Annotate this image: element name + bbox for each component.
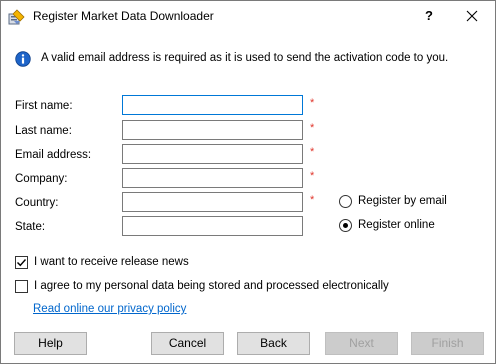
release-news-label: I want to receive release news: [34, 256, 189, 268]
last-name-required-mark: *: [310, 122, 315, 134]
data-consent-label: I agree to my personal data being stored…: [34, 280, 389, 292]
country-required-mark: *: [310, 194, 315, 206]
last-name-input[interactable]: [122, 120, 303, 140]
checkbox-checked-icon: [15, 256, 28, 269]
email-required-mark: *: [310, 146, 315, 158]
app-icon: [8, 8, 26, 26]
country-input[interactable]: [122, 192, 303, 212]
first-name-required-mark: *: [310, 97, 315, 109]
checkbox-unchecked-icon: [15, 280, 28, 293]
company-label: Company:: [15, 173, 68, 185]
finish-button[interactable]: Finish: [411, 332, 484, 355]
radio-unchecked-icon: [339, 195, 352, 208]
register-online-label: Register online: [358, 219, 435, 231]
country-label: Country:: [15, 197, 59, 209]
next-button[interactable]: Next: [325, 332, 398, 355]
privacy-policy-link[interactable]: Read online our privacy policy: [33, 303, 186, 315]
back-button[interactable]: Back: [237, 332, 310, 355]
window-title: Register Market Data Downloader: [33, 9, 214, 23]
company-input[interactable]: [122, 168, 303, 188]
radio-dot: [343, 223, 348, 228]
title-bar: Register Market Data Downloader ?: [1, 1, 495, 32]
radio-checked-icon: [339, 219, 352, 232]
cancel-button[interactable]: Cancel: [151, 332, 224, 355]
first-name-label: First name:: [15, 100, 73, 112]
help-button[interactable]: Help: [14, 332, 87, 355]
close-button[interactable]: [457, 5, 487, 27]
info-text: A valid email address is required as it …: [41, 52, 449, 64]
title-help-button[interactable]: ?: [417, 5, 441, 27]
first-name-input[interactable]: [122, 95, 303, 115]
register-by-email-label: Register by email: [358, 195, 447, 207]
company-required-mark: *: [310, 170, 315, 182]
email-input[interactable]: [122, 144, 303, 164]
state-input[interactable]: [122, 216, 303, 236]
state-label: State:: [15, 221, 46, 233]
email-label: Email address:: [15, 149, 92, 161]
register-dialog: Register Market Data Downloader ? A vali…: [0, 0, 496, 364]
last-name-label: Last name:: [15, 125, 72, 137]
close-icon: [466, 10, 478, 22]
info-icon: [15, 51, 31, 67]
